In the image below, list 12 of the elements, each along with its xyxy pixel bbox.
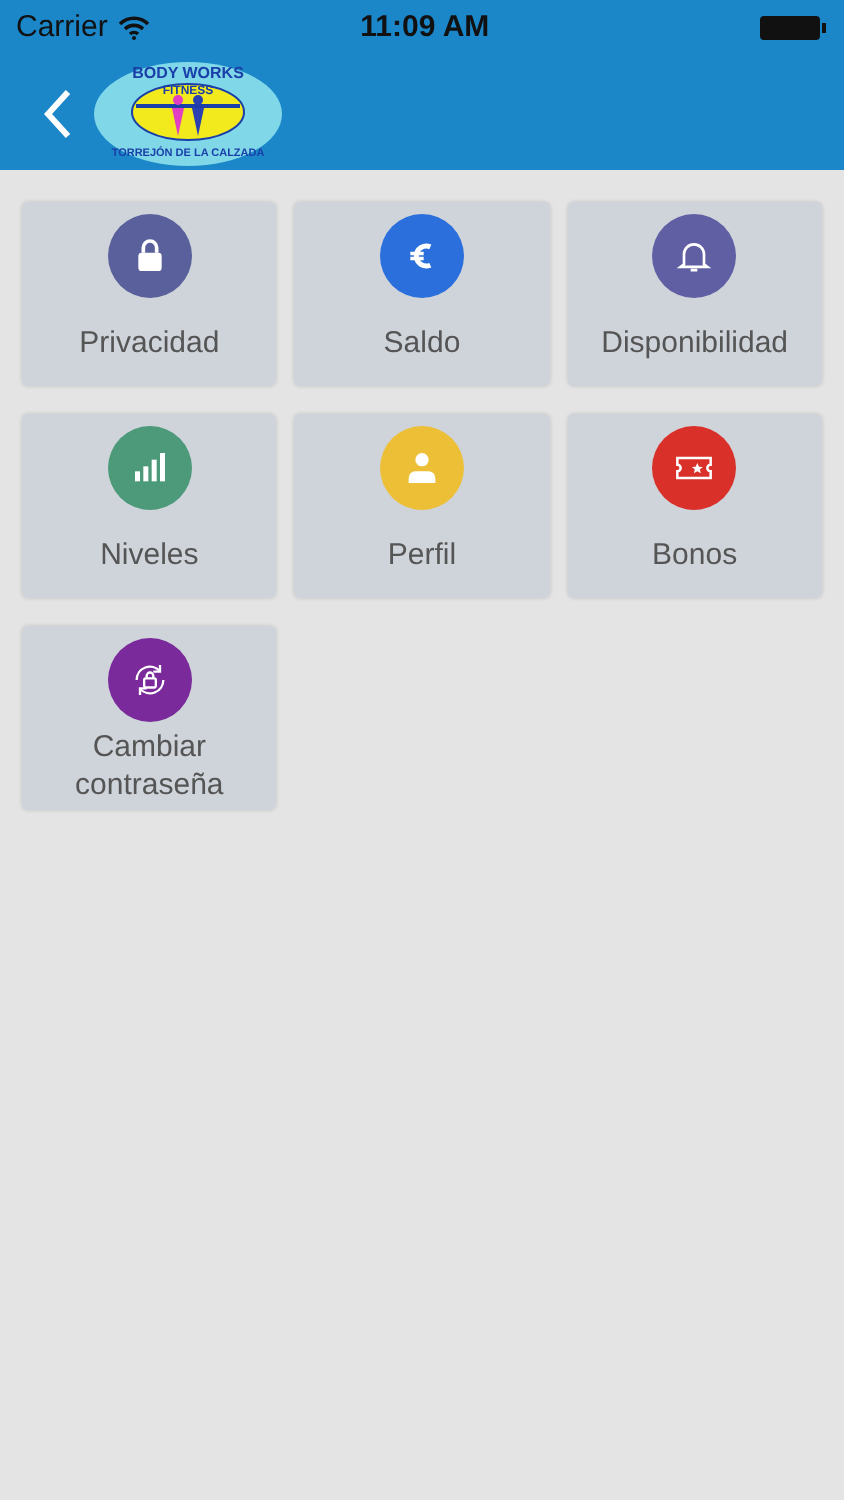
menu-tile[interactable]: Privacidad <box>22 202 277 386</box>
menu-tile[interactable]: Disponibilidad <box>567 202 822 386</box>
menu-tile[interactable]: Perfil <box>294 414 550 598</box>
wifi-icon <box>117 16 150 40</box>
menu-tile[interactable]: Cambiar contraseña <box>22 626 277 810</box>
menu-tile[interactable]: Bonos <box>567 414 822 598</box>
battery-icon <box>760 14 828 42</box>
carrier-label: Carrier <box>16 7 108 48</box>
menu-tile[interactable]: Niveles <box>22 414 277 598</box>
clock-time: 11:09 AM <box>358 7 492 48</box>
back-chevron-icon <box>44 87 72 139</box>
menu-tile[interactable]: Saldo <box>294 202 550 386</box>
